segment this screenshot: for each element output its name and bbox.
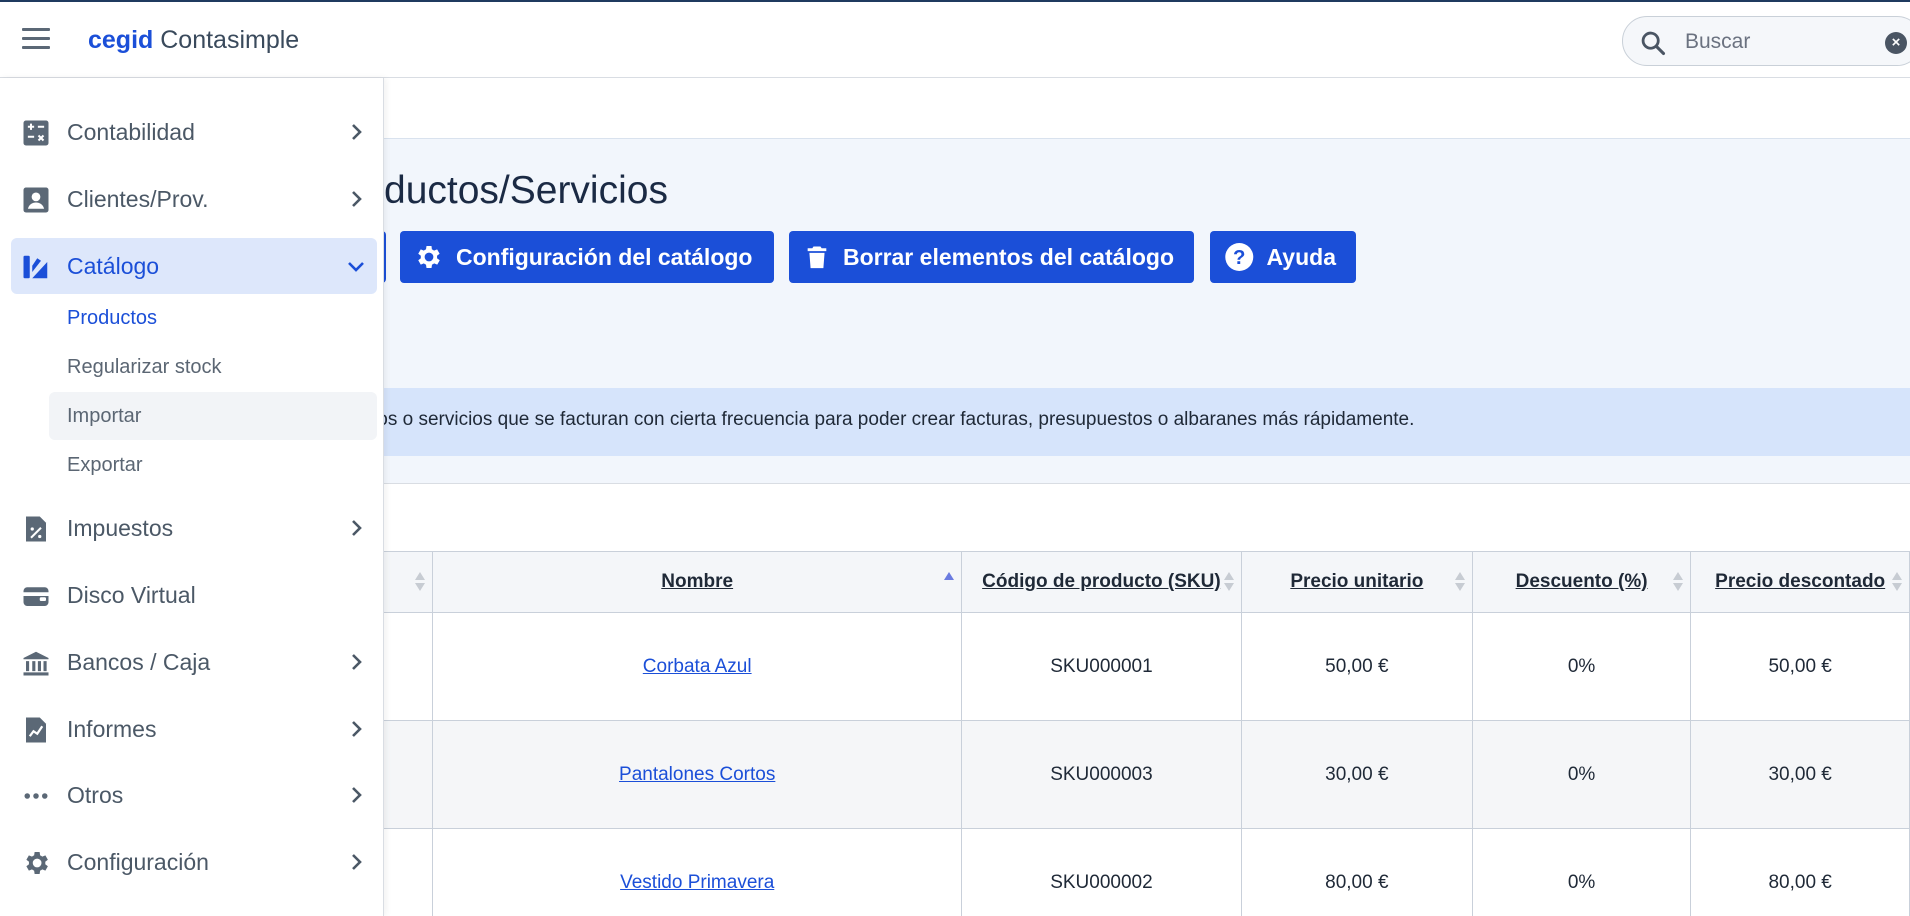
trash-icon — [807, 246, 827, 269]
sort-icon — [1454, 572, 1465, 594]
sidebar-subitem-label: Importar — [67, 405, 142, 427]
table-row: Corbata Azul SKU000001 50,00 € 0% 50,00 … — [299, 612, 1910, 721]
search-box[interactable]: × — [1622, 16, 1910, 66]
sidebar-item-label: Catálogo — [67, 253, 160, 279]
column-header-sku[interactable]: Código de producto (SKU) — [961, 551, 1242, 613]
product-link[interactable]: Pantalones Cortos — [619, 764, 775, 785]
sidebar-subitem-productos[interactable]: Productos — [49, 294, 377, 342]
column-header-descontado[interactable]: Precio descontado — [1690, 551, 1910, 613]
chevron-right-icon — [352, 721, 362, 737]
cell-descuento: 0% — [1471, 828, 1692, 916]
help-icon: ? — [1225, 242, 1254, 272]
sort-icon — [1673, 572, 1684, 594]
sidebar-item-disco-virtual[interactable]: Disco Virtual — [11, 567, 377, 623]
cell-sku: SKU000003 — [961, 720, 1242, 829]
clear-search-icon[interactable]: × — [1885, 32, 1907, 54]
sidebar-item-informes[interactable]: Informes — [11, 701, 377, 757]
sidebar-subitem-exportar[interactable]: Exportar — [49, 441, 377, 489]
cell-precio: 50,00 € — [1240, 612, 1473, 721]
sidebar-subitem-regularizar-stock[interactable]: Regularizar stock — [49, 343, 377, 391]
chevron-right-icon — [352, 654, 362, 670]
sidebar-item-catalogo[interactable]: Catálogo — [11, 238, 377, 294]
sort-icon — [1892, 572, 1902, 594]
sidebar-subitem-label: Regularizar stock — [67, 356, 222, 378]
search-icon — [1641, 31, 1666, 56]
help-button[interactable]: ? Ayuda — [1210, 231, 1356, 283]
cell-descontado: 30,00 € — [1690, 720, 1910, 829]
top-bar: cegid Contasimple × — [0, 0, 1910, 78]
chevron-right-icon — [352, 520, 362, 536]
wallet-icon — [23, 587, 49, 606]
brand-logo[interactable]: cegid Contasimple — [88, 26, 299, 55]
more-dots-icon — [24, 793, 48, 799]
page-title: ductos/Servicios — [384, 169, 668, 212]
catalog-config-button[interactable]: Configuración del catálogo — [400, 231, 774, 283]
sidebar-item-bancos-caja[interactable]: Bancos / Caja — [11, 634, 377, 690]
table-header-row: Nombre Código de producto (SKU) Precio u… — [299, 551, 1910, 613]
products-table: Nombre Código de producto (SKU) Precio u… — [299, 551, 1910, 916]
column-header-descuento[interactable]: Descuento (%) — [1471, 551, 1692, 613]
column-header-precio[interactable]: Precio unitario — [1240, 551, 1473, 613]
gear-icon — [26, 852, 48, 874]
gear-icon — [418, 246, 440, 268]
cell-descontado: 50,00 € — [1690, 612, 1910, 721]
sidebar-item-label: Bancos / Caja — [67, 649, 211, 675]
sidebar: Contabilidad Clientes/Prov. Catálogo Pro… — [0, 78, 384, 916]
catalog-config-label: Configuración del catálogo — [456, 243, 753, 270]
sidebar-item-label: Configuración — [67, 849, 209, 875]
chevron-down-icon — [348, 262, 364, 272]
sidebar-subitem-label: Exportar — [67, 454, 143, 476]
column-header-nombre[interactable]: Nombre — [432, 551, 963, 613]
cell-precio: 30,00 € — [1240, 720, 1473, 829]
chevron-right-icon — [352, 124, 362, 140]
report-icon — [26, 717, 46, 743]
search-input[interactable] — [1685, 27, 1885, 57]
sidebar-item-otros[interactable]: Otros — [11, 767, 377, 823]
cell-descuento: 0% — [1471, 612, 1692, 721]
sidebar-item-label: Clientes/Prov. — [67, 186, 209, 212]
sidebar-item-contabilidad[interactable]: Contabilidad — [11, 104, 377, 160]
chevron-right-icon — [352, 854, 362, 870]
table-row: Pantalones Cortos SKU000003 30,00 € 0% 3… — [299, 720, 1910, 829]
sidebar-item-label: Otros — [67, 782, 124, 808]
sidebar-item-configuracion[interactable]: Configuración — [11, 834, 377, 890]
cell-sku: SKU000002 — [961, 828, 1242, 916]
catalog-icon — [23, 255, 48, 279]
table-row: Vestido Primavera SKU000002 80,00 € 0% 8… — [299, 828, 1910, 916]
chevron-right-icon — [352, 191, 362, 207]
cell-nombre: Pantalones Cortos — [432, 720, 963, 829]
info-text: tos o servicios que se facturan con cier… — [372, 409, 1415, 430]
sort-icon — [1223, 572, 1234, 594]
delete-catalog-items-button[interactable]: Borrar elementos del catálogo — [789, 231, 1194, 283]
sort-icon — [415, 572, 426, 594]
cell-descuento: 0% — [1471, 720, 1692, 829]
svg-text:?: ? — [1233, 247, 1245, 269]
sort-ascending-icon — [944, 572, 955, 594]
sidebar-subitem-label: Productos — [67, 307, 158, 329]
help-label: Ayuda — [1266, 243, 1336, 270]
tax-document-icon — [26, 516, 46, 542]
contact-icon — [23, 187, 49, 213]
cell-descontado: 80,00 € — [1690, 828, 1910, 916]
sidebar-item-clientes[interactable]: Clientes/Prov. — [11, 171, 377, 227]
product-link[interactable]: Vestido Primavera — [620, 872, 774, 893]
sidebar-item-impuestos[interactable]: Impuestos — [11, 500, 377, 556]
cell-precio: 80,00 € — [1240, 828, 1473, 916]
calculator-icon — [23, 120, 49, 146]
sidebar-item-label: Disco Virtual — [67, 582, 196, 608]
delete-catalog-items-label: Borrar elementos del catálogo — [842, 243, 1174, 270]
bank-icon — [23, 651, 49, 676]
chevron-right-icon — [352, 787, 362, 803]
cell-nombre: Corbata Azul — [432, 612, 963, 721]
sidebar-item-label: Contabilidad — [67, 119, 195, 145]
sidebar-item-label: Informes — [67, 716, 157, 742]
sidebar-subitem-importar[interactable]: Importar — [49, 392, 377, 440]
sidebar-item-label: Impuestos — [67, 515, 174, 541]
cell-nombre: Vestido Primavera — [432, 828, 963, 916]
menu-icon[interactable] — [22, 28, 50, 50]
cell-sku: SKU000001 — [961, 612, 1242, 721]
product-link[interactable]: Corbata Azul — [643, 656, 752, 677]
